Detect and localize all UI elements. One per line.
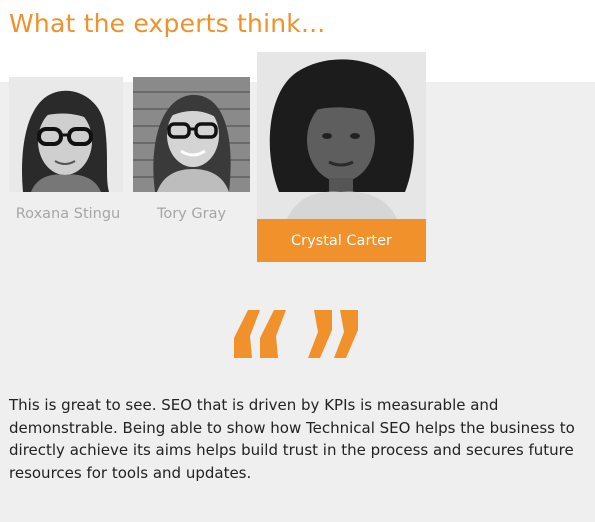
- portrait-image: [133, 77, 250, 192]
- expert-name-tory-gray[interactable]: Tory Gray: [133, 206, 250, 222]
- portrait-image: [9, 77, 123, 192]
- expert-quote-text: This is great to see. SEO that is driven…: [9, 396, 575, 482]
- portrait-image: [257, 52, 426, 219]
- expert-name-roxana-stingu[interactable]: Roxana Stingu: [9, 206, 127, 222]
- section-title: What the experts think...: [9, 9, 326, 38]
- expert-photo-roxana-stingu[interactable]: [9, 77, 123, 192]
- expert-name-crystal-carter-active[interactable]: Crystal Carter: [257, 219, 426, 262]
- expert-photo-crystal-carter[interactable]: [257, 52, 426, 219]
- quote-marks-icon: [234, 310, 358, 358]
- expert-photo-tory-gray[interactable]: [133, 77, 250, 192]
